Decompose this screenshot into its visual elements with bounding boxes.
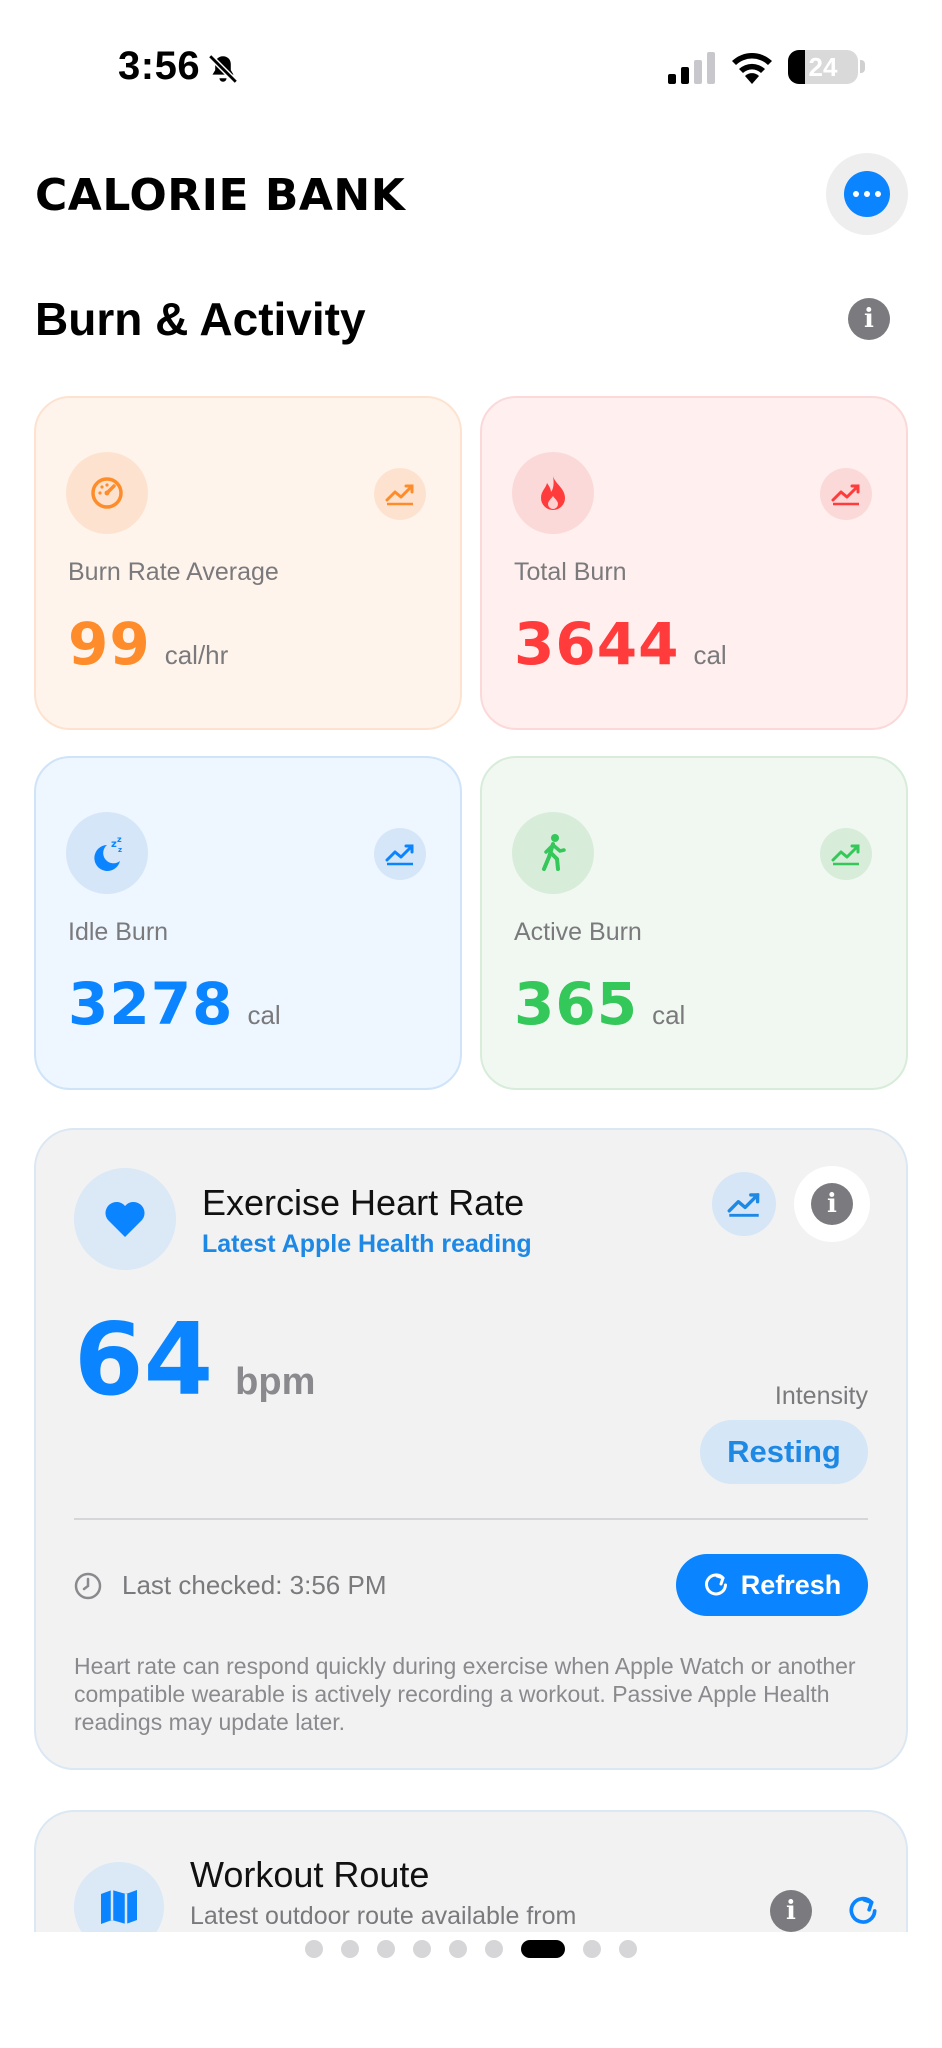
last-checked-text: Last checked: 3:56 PM [122, 1570, 387, 1600]
clock-icon [74, 1572, 102, 1600]
stat-label: Total Burn [514, 558, 627, 586]
trend-chart-icon[interactable] [712, 1172, 776, 1236]
svg-text:z: z [117, 835, 122, 844]
intensity-label: Intensity [774, 1382, 868, 1410]
walking-figure-icon [512, 812, 594, 894]
page-dot[interactable] [583, 1940, 601, 1958]
total-burn-card[interactable]: Total Burn 3644 cal [480, 396, 908, 730]
divider [74, 1518, 868, 1520]
speedometer-icon [66, 452, 148, 534]
trend-chart-icon[interactable] [820, 828, 872, 880]
battery-tip [860, 60, 865, 73]
heart-rate-note: Heart rate can respond quickly during ex… [74, 1653, 856, 1735]
status-time: 3:56 [118, 44, 201, 88]
page-indicator[interactable] [0, 1940, 942, 1958]
trend-chart-icon[interactable] [820, 468, 872, 520]
page-dot[interactable] [619, 1940, 637, 1958]
signal-icon [668, 52, 715, 84]
heart-rate-info-button[interactable]: i [794, 1166, 870, 1242]
battery-level: 24 [808, 51, 838, 82]
workout-route-title: Workout Route [190, 1854, 430, 1895]
stat-unit: cal [652, 1000, 686, 1030]
svg-text:z: z [118, 846, 122, 854]
info-icon: i [811, 1183, 853, 1225]
stat-label: Idle Burn [68, 918, 169, 946]
stat-value: 365 [514, 970, 639, 1038]
info-icon[interactable]: i [848, 298, 890, 340]
page-dot[interactable] [485, 1940, 503, 1958]
exercise-heart-rate-card: Exercise Heart Rate Latest Apple Health … [34, 1128, 908, 1770]
reload-icon[interactable] [842, 1890, 884, 1932]
status-bar: 3:56 24 [0, 0, 942, 120]
heart-rate-title: Exercise Heart Rate [202, 1182, 525, 1223]
app-title: CALORIE BANK [35, 170, 406, 221]
trend-chart-icon[interactable] [374, 828, 426, 880]
page-dot[interactable] [341, 1940, 359, 1958]
stat-value: 3644 [514, 610, 680, 678]
heart-rate-unit: bpm [235, 1361, 316, 1403]
stat-label: Burn Rate Average [68, 558, 279, 586]
workout-route-subtitle: Latest outdoor route available from [190, 1902, 577, 1930]
refresh-label: Refresh [740, 1569, 842, 1600]
page-dot-active[interactable] [521, 1940, 565, 1958]
heart-icon [74, 1168, 176, 1270]
refresh-button[interactable]: Refresh [676, 1554, 868, 1616]
stat-value: 3278 [68, 970, 234, 1038]
stat-unit: cal [247, 1000, 281, 1030]
intensity-badge: Resting [700, 1420, 868, 1484]
page-dot[interactable] [377, 1940, 395, 1958]
stat-unit: cal [693, 640, 727, 670]
flame-icon [512, 452, 594, 534]
stat-unit: cal/hr [164, 640, 229, 670]
wifi-icon [732, 53, 772, 84]
burn-rate-average-card[interactable]: Burn Rate Average 99 cal/hr [34, 396, 462, 730]
section-title: Burn & Activity [35, 293, 366, 345]
stat-value: 99 [68, 610, 151, 678]
battery-icon: 24 [788, 50, 858, 84]
heart-rate-subtitle: Latest Apple Health reading [202, 1230, 532, 1258]
ellipsis-icon [844, 171, 890, 217]
bell-slash-icon [208, 54, 238, 84]
active-burn-card[interactable]: Active Burn 365 cal [480, 756, 908, 1090]
stat-label: Active Burn [514, 918, 642, 946]
more-menu-button[interactable] [826, 153, 908, 235]
refresh-icon [704, 1573, 727, 1596]
page-dot[interactable] [413, 1940, 431, 1958]
heart-rate-value: 64 [74, 1301, 214, 1418]
info-icon[interactable]: i [770, 1890, 812, 1932]
moon-zzz-icon: zzz [66, 812, 148, 894]
page-dot[interactable] [305, 1940, 323, 1958]
trend-chart-icon[interactable] [374, 468, 426, 520]
page-dot[interactable] [449, 1940, 467, 1958]
idle-burn-card[interactable]: zzz Idle Burn 3278 cal [34, 756, 462, 1090]
